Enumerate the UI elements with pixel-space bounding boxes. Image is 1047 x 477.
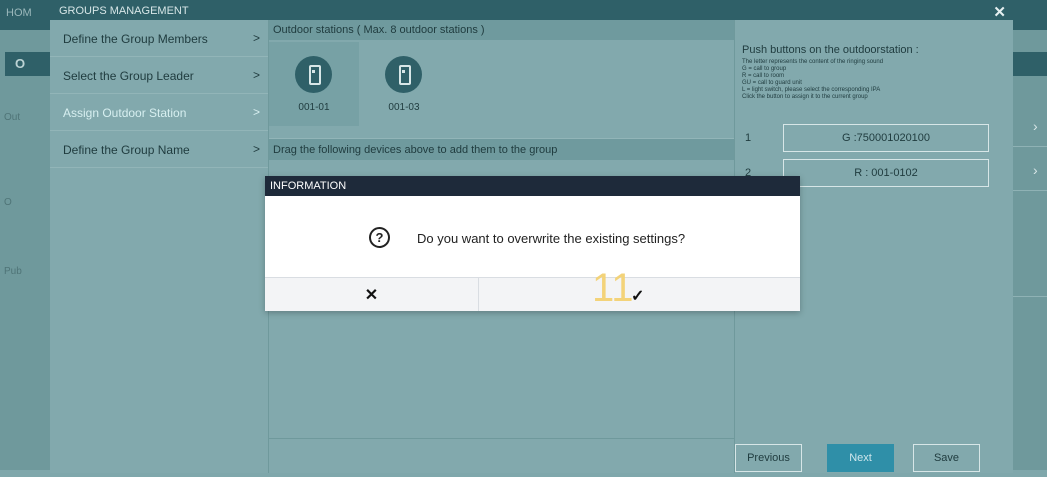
previous-button[interactable]: Previous xyxy=(735,444,802,472)
background-divider xyxy=(1013,146,1047,147)
background-left-label-2: O xyxy=(4,197,12,208)
outdoor-station-icon xyxy=(295,56,332,93)
background-left-label-1: Out xyxy=(4,112,21,123)
menu-item-define-group-name[interactable]: Define the Group Name > xyxy=(50,131,268,168)
step-badge: 11 xyxy=(592,266,634,310)
push-buttons-note: The letter represents the content of the… xyxy=(742,59,884,65)
push-button-assign[interactable]: G :750001020100 xyxy=(783,124,989,152)
chevron-right-icon: > xyxy=(252,105,260,119)
close-icon[interactable]: ✕ xyxy=(993,3,1006,21)
home-label[interactable]: HOM xyxy=(6,7,32,19)
center-footer xyxy=(269,438,735,473)
save-button[interactable]: Save xyxy=(913,444,980,472)
dialog-message: Do you want to overwrite the existing se… xyxy=(417,231,686,246)
background-chevron-right-icon[interactable]: › xyxy=(1033,118,1038,134)
station-label: 001-03 xyxy=(388,102,420,113)
push-buttons-note: L = light switch, please select the corr… xyxy=(742,87,881,93)
background-chevron-right-icon[interactable]: › xyxy=(1033,162,1038,178)
menu-item-select-group-leader[interactable]: Select the Group Leader > xyxy=(50,57,268,94)
push-buttons-note: R = call to room xyxy=(742,73,785,79)
background-right-strip xyxy=(1013,52,1047,76)
background-left-tab: O xyxy=(5,52,50,76)
confirm-button[interactable]: 11 ✓ xyxy=(479,268,800,311)
cancel-button[interactable]: ✕ xyxy=(265,278,479,311)
background-left-label-3: Pub xyxy=(4,266,22,277)
dialog-buttons: ✕ 11 ✓ xyxy=(265,268,800,311)
information-dialog: INFORMATION ? Do you want to overwrite t… xyxy=(265,176,800,311)
dialog-title: INFORMATION xyxy=(265,176,800,196)
push-buttons-note: G = call to group xyxy=(742,66,787,72)
push-buttons-note: Click the button to assign it to the cur… xyxy=(742,94,868,100)
drag-devices-header: Drag the following devices above to add … xyxy=(269,138,735,160)
window-title-bar: GROUPS MANAGEMENT ✕ xyxy=(50,3,1013,21)
outdoor-station-icon xyxy=(385,56,422,93)
push-buttons-note: GU = call to guard unit xyxy=(742,80,802,86)
check-icon: ✓ xyxy=(631,288,645,305)
close-icon: ✕ xyxy=(364,287,379,304)
station-label: 001-01 xyxy=(298,102,330,113)
outdoor-station-item[interactable]: 001-01 xyxy=(269,42,359,126)
menu-item-label: Define the Group Name xyxy=(63,143,190,157)
window-title: GROUPS MANAGEMENT xyxy=(59,5,189,17)
menu-item-label: Define the Group Members xyxy=(63,32,208,46)
push-button-row: 1 G :750001020100 xyxy=(735,124,1014,152)
outdoor-stations-header: Outdoor stations ( Max. 8 outdoor statio… xyxy=(269,20,735,40)
background-divider xyxy=(1013,296,1047,297)
push-buttons-title: Push buttons on the outdoorstation : xyxy=(742,44,919,56)
menu-item-label: Assign Outdoor Station xyxy=(63,106,187,120)
next-button[interactable]: Next xyxy=(827,444,894,472)
menu-item-define-group-members[interactable]: Define the Group Members > xyxy=(50,20,268,57)
menu-item-label: Select the Group Leader xyxy=(63,69,194,83)
outdoor-station-item[interactable]: 001-03 xyxy=(359,42,449,126)
menu-item-assign-outdoor-station[interactable]: Assign Outdoor Station > xyxy=(50,94,268,131)
push-button-assign[interactable]: R : 001-0102 xyxy=(783,159,989,187)
background-right-panel xyxy=(1013,30,1047,470)
chevron-right-icon: > xyxy=(252,142,260,156)
background-left-panel xyxy=(0,30,50,470)
groups-menu: Define the Group Members > Select the Gr… xyxy=(50,20,268,473)
background-divider xyxy=(1013,190,1047,191)
push-button-number: 1 xyxy=(745,132,752,144)
chevron-right-icon: > xyxy=(252,31,260,45)
chevron-right-icon: > xyxy=(252,68,260,82)
question-icon: ? xyxy=(369,227,390,248)
